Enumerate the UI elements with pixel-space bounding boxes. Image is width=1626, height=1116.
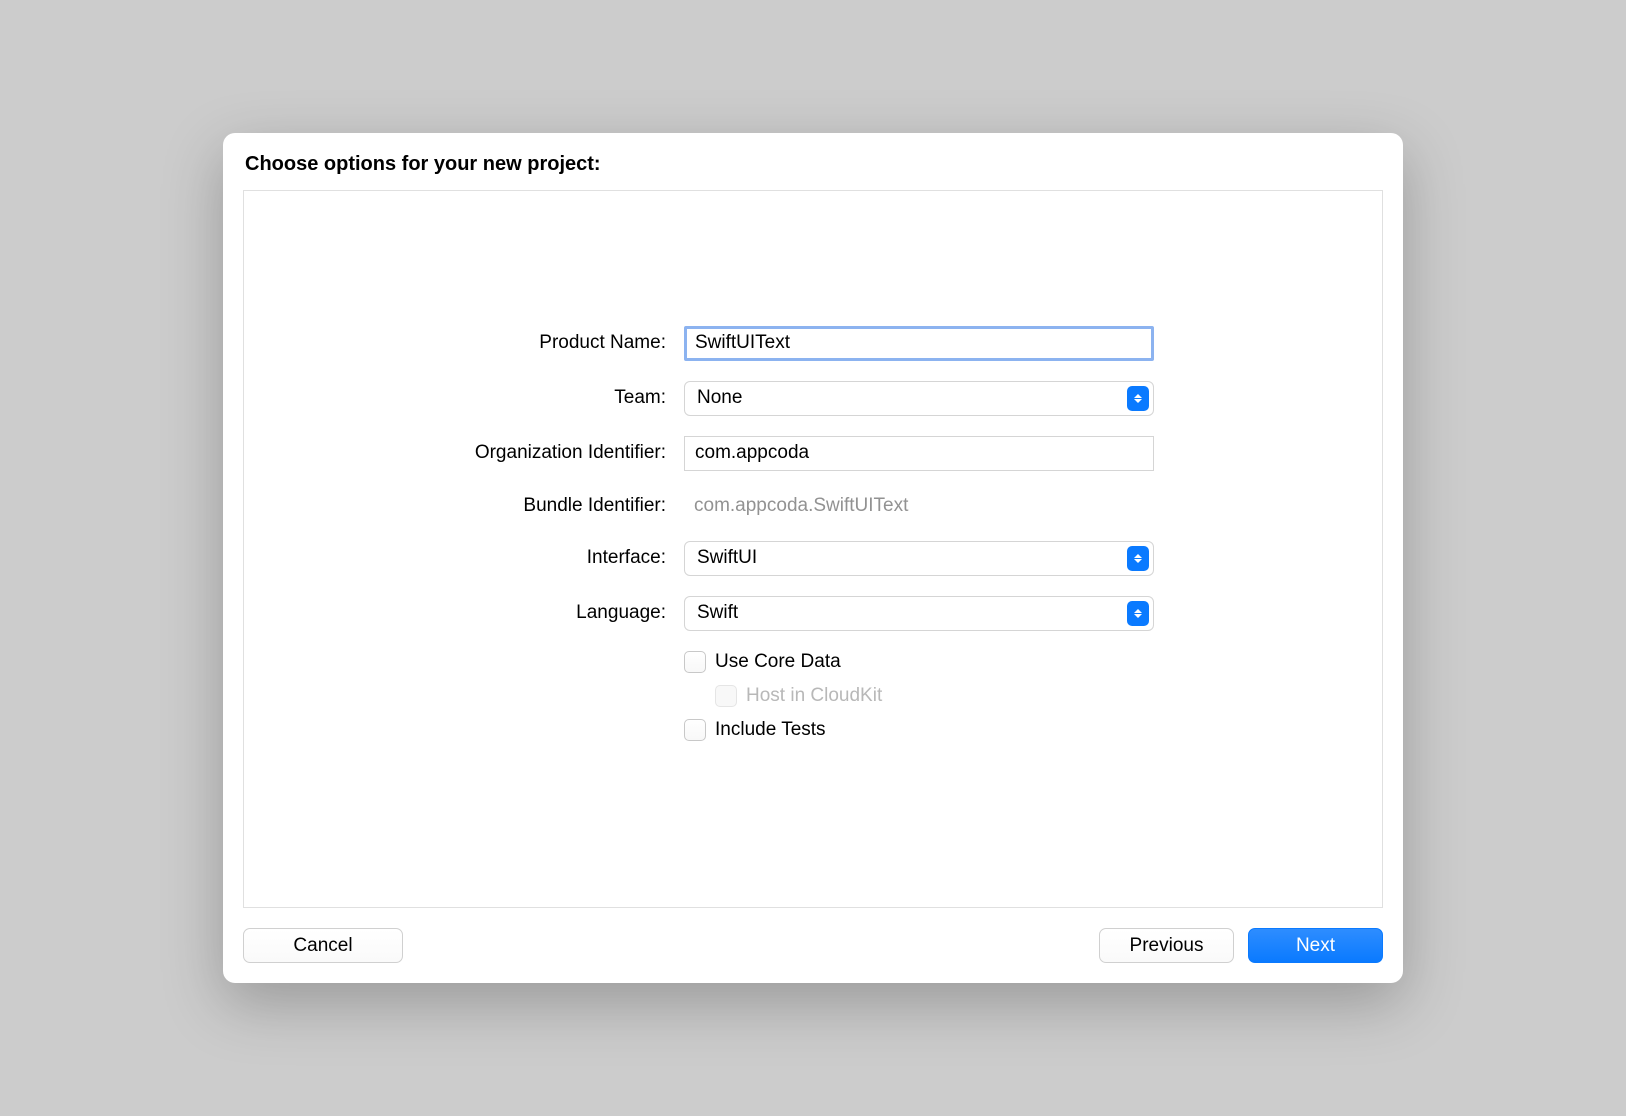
content-area: Product Name: Team: None Organization Id… xyxy=(243,190,1383,908)
include-tests-checkbox[interactable] xyxy=(684,719,706,741)
interface-select-value: SwiftUI xyxy=(697,547,1127,569)
org-identifier-label: Organization Identifier: xyxy=(364,442,684,464)
include-tests-row: Include Tests xyxy=(684,719,1154,741)
team-select-value: None xyxy=(697,387,1127,409)
host-cloudkit-row: Host in CloudKit xyxy=(684,685,1154,707)
core-data-row: Use Core Data Host in CloudKit Include T… xyxy=(244,651,1382,753)
cancel-button[interactable]: Cancel xyxy=(243,928,403,963)
interface-label: Interface: xyxy=(364,547,684,569)
interface-row: Interface: SwiftUI xyxy=(244,541,1382,576)
chevron-up-down-icon xyxy=(1127,601,1149,626)
nav-button-group: Previous Next xyxy=(1099,928,1383,963)
chevron-up-down-icon xyxy=(1127,386,1149,411)
previous-button[interactable]: Previous xyxy=(1099,928,1234,963)
product-name-input[interactable] xyxy=(684,326,1154,361)
button-bar: Cancel Previous Next xyxy=(243,908,1383,963)
language-row: Language: Swift xyxy=(244,596,1382,631)
product-name-row: Product Name: xyxy=(244,326,1382,361)
org-identifier-row: Organization Identifier: xyxy=(244,436,1382,471)
chevron-up-down-icon xyxy=(1127,546,1149,571)
team-row: Team: None xyxy=(244,381,1382,416)
new-project-options-dialog: Choose options for your new project: Pro… xyxy=(223,133,1403,983)
use-core-data-checkbox[interactable] xyxy=(684,651,706,673)
language-select-value: Swift xyxy=(697,602,1127,624)
team-label: Team: xyxy=(364,387,684,409)
team-select[interactable]: None xyxy=(684,381,1154,416)
use-core-data-row: Use Core Data xyxy=(684,651,1154,673)
product-name-label: Product Name: xyxy=(364,332,684,354)
language-label: Language: xyxy=(364,602,684,624)
bundle-identifier-label: Bundle Identifier: xyxy=(364,495,684,517)
bundle-identifier-value: com.appcoda.SwiftUIText xyxy=(684,491,1154,521)
language-select[interactable]: Swift xyxy=(684,596,1154,631)
org-identifier-input[interactable] xyxy=(684,436,1154,471)
host-cloudkit-checkbox xyxy=(715,685,737,707)
dialog-title: Choose options for your new project: xyxy=(243,153,1383,176)
use-core-data-label: Use Core Data xyxy=(715,651,841,673)
include-tests-label: Include Tests xyxy=(715,719,826,741)
host-cloudkit-label: Host in CloudKit xyxy=(746,685,882,707)
bundle-identifier-row: Bundle Identifier: com.appcoda.SwiftUITe… xyxy=(244,491,1382,521)
interface-select[interactable]: SwiftUI xyxy=(684,541,1154,576)
next-button[interactable]: Next xyxy=(1248,928,1383,963)
